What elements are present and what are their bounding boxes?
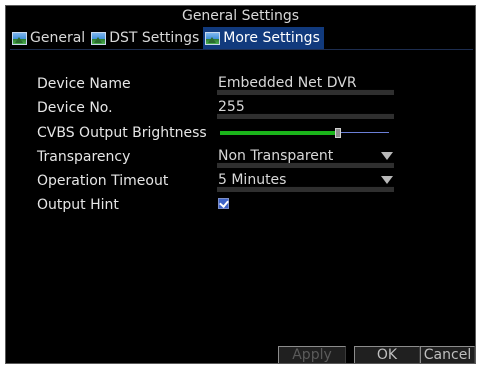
tab-more-settings-label: More Settings	[223, 30, 320, 46]
device-name-row: Device Name Embedded Net DVR	[6, 73, 475, 95]
slider-handle[interactable]	[335, 128, 341, 138]
operation-timeout-select[interactable]: 5 Minutes	[217, 170, 394, 192]
device-no-label: Device No.	[37, 100, 113, 116]
cvbs-brightness-row: CVBS Output Brightness	[6, 122, 475, 144]
operation-timeout-row: Operation Timeout 5 Minutes	[6, 170, 475, 192]
picture-icon	[91, 31, 107, 45]
ok-button[interactable]: OK	[354, 346, 420, 363]
device-name-label: Device Name	[37, 76, 131, 92]
output-hint-checkbox[interactable]	[218, 198, 229, 209]
transparency-label: Transparency	[37, 149, 131, 165]
cvbs-brightness-slider[interactable]	[220, 128, 389, 138]
slider-track	[338, 132, 389, 133]
tab-general[interactable]: General	[10, 27, 89, 49]
transparency-value: Non Transparent	[218, 148, 334, 164]
output-hint-label: Output Hint	[37, 197, 119, 213]
transparency-row: Transparency Non Transparent	[6, 146, 475, 168]
slider-fill	[220, 131, 338, 135]
transparency-select[interactable]: Non Transparent	[217, 146, 394, 168]
tab-more-settings[interactable]: More Settings	[203, 27, 324, 49]
operation-timeout-label: Operation Timeout	[37, 173, 169, 189]
picture-icon	[12, 31, 27, 45]
tab-dst-settings-label: DST Settings	[109, 30, 200, 46]
tab-divider	[10, 49, 473, 50]
chevron-down-icon[interactable]	[381, 176, 393, 184]
tab-dst-settings[interactable]: DST Settings	[89, 27, 203, 49]
picture-icon	[205, 31, 221, 45]
output-hint-row: Output Hint	[6, 194, 475, 216]
settings-tab-bar: General DST Settings More Settings	[10, 27, 324, 49]
cancel-button[interactable]: Cancel	[420, 346, 475, 363]
device-no-row: Device No. 255	[6, 97, 475, 119]
device-name-input[interactable]: Embedded Net DVR	[217, 73, 394, 95]
cvbs-brightness-label: CVBS Output Brightness	[37, 125, 207, 141]
general-settings-window: General Settings General DST Settings Mo…	[5, 5, 476, 364]
apply-button[interactable]: Apply	[278, 346, 346, 363]
chevron-down-icon[interactable]	[381, 152, 393, 160]
operation-timeout-value: 5 Minutes	[218, 172, 287, 188]
window-title: General Settings	[181, 8, 300, 24]
tab-general-label: General	[30, 30, 86, 46]
device-no-input[interactable]: 255	[217, 97, 394, 119]
